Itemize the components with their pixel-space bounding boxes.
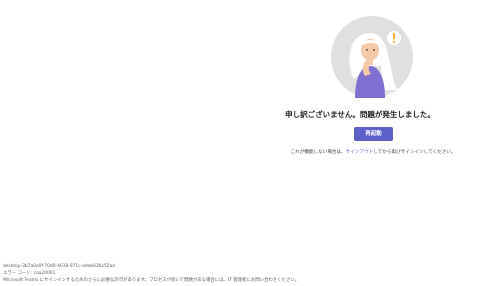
- error-page: 申し訳ございません。問題が発生しました。 再起動 これが機能しない場合は、サイン…: [0, 0, 480, 286]
- session-id: desktop-3b7a0e0f-70d0-4038-971c-adeb626c…: [3, 264, 116, 269]
- left-eye: [366, 49, 368, 51]
- hint-prefix: これが機能しない場合は、: [290, 150, 346, 155]
- restart-button[interactable]: 再起動: [354, 127, 393, 141]
- sign-out-hint: これが機能しない場合は、サインアウトしてから再びサインインしてください。: [250, 149, 480, 155]
- error-message: Microsoft Teams にサインインするためのさらに必要な許可があります…: [3, 278, 300, 283]
- error-heading: 申し訳ございません。問題が発生しました。: [285, 110, 435, 119]
- right-eye: [373, 49, 375, 51]
- error-code: エラー コード: caa20001: [3, 271, 56, 276]
- exclamation-icon: [387, 31, 401, 45]
- sign-out-link[interactable]: サインアウト: [346, 150, 374, 155]
- confused-person-illustration: [331, 16, 413, 98]
- hint-suffix: してから再びサインインしてください。: [373, 150, 456, 155]
- diagnostics-footer: desktop-3b7a0e0f-70d0-4038-971c-adeb626c…: [3, 263, 299, 284]
